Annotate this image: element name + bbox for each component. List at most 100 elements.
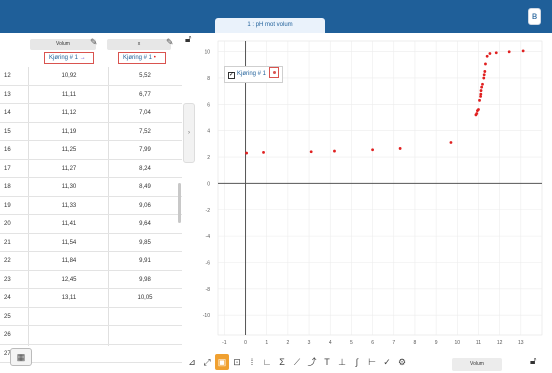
table-cell[interactable]: 7,04 — [110, 104, 180, 122]
annotation-icon[interactable]: ⁞ — [245, 354, 259, 370]
checkbox-icon[interactable]: ✓ — [228, 72, 235, 79]
zoom-icon[interactable]: ⊡ — [230, 354, 244, 370]
table-row[interactable]: 24 13,11 10,05 — [0, 289, 182, 308]
table-row[interactable]: 23 12,45 9,98 — [0, 271, 182, 289]
table-cell[interactable]: 13,11 — [28, 289, 110, 307]
column-header-volum[interactable]: Volum — [30, 39, 96, 50]
table-cell[interactable]: 8,24 — [110, 160, 180, 178]
table-row[interactable]: 15 11,19 7,52 — [0, 123, 182, 141]
bluetooth-button[interactable]: ʙ — [528, 8, 541, 25]
x-axis-select[interactable]: Volum — [452, 358, 502, 371]
table-body: 12 10,92 5,52 13 11,11 6,77 14 11,12 7,04 15 11,19… — [0, 67, 182, 363]
table-cell[interactable]: 11,41 — [28, 215, 110, 233]
table-view-button[interactable]: ▦ — [10, 348, 32, 366]
data-table: Volum ✎ Kjøring # 1 → x ✎ Kjøring # 1 • … — [0, 33, 198, 363]
table-cell[interactable]: 9,06 — [110, 197, 180, 215]
table-cell[interactable]: 7,52 — [110, 123, 180, 141]
table-cell[interactable]: 11,84 — [28, 252, 110, 270]
data-point — [479, 92, 483, 96]
table-row[interactable]: 14 11,12 7,04 — [0, 104, 182, 123]
check-icon[interactable]: ✓ — [380, 354, 394, 370]
data-point — [488, 52, 492, 55]
table-cell[interactable]: 9,98 — [110, 271, 180, 289]
row-number: 25 — [4, 313, 11, 320]
y-tick-label: -10 — [203, 313, 210, 319]
table-row[interactable]: 20 11,41 9,64 — [0, 215, 182, 234]
text-icon[interactable]: T — [320, 354, 334, 370]
table-cell[interactable]: 12,45 — [28, 271, 110, 289]
autoscale-icon[interactable]: ⤢ — [200, 354, 214, 370]
data-point — [494, 51, 498, 55]
table-cell[interactable]: 11,25 — [28, 141, 110, 159]
y-tick-label: -2 — [206, 208, 211, 214]
table-cell[interactable]: 11,33 — [28, 197, 110, 215]
y-tick-label: 2 — [207, 155, 210, 161]
table-cell[interactable]: 11,54 — [28, 234, 110, 252]
table-scrollbar[interactable] — [178, 183, 181, 223]
table-cell[interactable]: 7,99 — [110, 141, 180, 159]
table-cell[interactable]: 9,85 — [110, 234, 180, 252]
data-point — [398, 147, 402, 150]
edit-pencil-icon[interactable]: ✎ — [166, 37, 176, 49]
graph-type-icon[interactable]: ⊿ — [185, 354, 199, 370]
data-point — [482, 73, 486, 77]
table-cell[interactable]: 10,05 — [110, 289, 180, 307]
data-point — [507, 50, 511, 54]
select-region-icon[interactable]: ▣ — [215, 354, 229, 370]
table-row[interactable]: 26 — [0, 326, 182, 345]
y-tick-label: -8 — [206, 287, 211, 293]
table-row[interactable]: 22 11,84 9,91 — [0, 252, 182, 271]
statistics-icon[interactable]: ∟ — [260, 354, 274, 370]
slope-icon[interactable]: ⟋ — [290, 354, 304, 370]
table-row[interactable]: 16 11,25 7,99 — [0, 141, 182, 160]
x-tick-label: 11 — [476, 340, 481, 346]
table-cell[interactable]: 10,92 — [28, 67, 110, 85]
table-row[interactable]: 13 11,11 6,77 — [0, 86, 182, 104]
data-point — [309, 150, 313, 154]
table-cell[interactable]: 11,30 — [28, 178, 110, 196]
tab-graph[interactable]: 1 : pH mot volum — [215, 18, 325, 33]
table-row[interactable]: 17 11,27 8,24 — [0, 160, 182, 178]
lock-icon[interactable]: 🔓︎ — [530, 356, 536, 367]
table-cell[interactable]: 11,27 — [28, 160, 110, 178]
graph-legend[interactable]: ✓ Kjøring # 1 — [224, 66, 284, 83]
settings-icon[interactable]: ⚙ — [395, 354, 409, 370]
integral-icon[interactable]: ∫ — [350, 354, 364, 370]
grid-icon: ▦ — [16, 352, 26, 362]
prediction-icon[interactable]: ⊢ — [365, 354, 379, 370]
table-row[interactable]: 18 11,30 8,49 — [0, 178, 182, 197]
run-label-text: Kjøring # 1 — [123, 55, 153, 61]
table-cell[interactable]: 11,11 — [28, 86, 110, 104]
table-cell[interactable]: 11,19 — [28, 123, 110, 141]
table-row[interactable]: 12 10,92 5,52 — [0, 67, 182, 86]
y-tick-label: 10 — [204, 50, 210, 56]
lock-icon[interactable]: 🔓︎ — [185, 34, 191, 45]
sum-icon[interactable]: Σ — [275, 354, 289, 370]
data-point — [482, 76, 486, 80]
row-number: 13 — [4, 91, 11, 98]
panel-collapse-handle[interactable]: › — [183, 103, 195, 163]
data-point — [481, 82, 484, 86]
run-label-text: Kjøring # 1 — [49, 55, 79, 61]
tangent-icon[interactable]: ⊥ — [335, 354, 349, 370]
column-header-x[interactable]: x — [107, 39, 171, 50]
table-row[interactable]: 25 — [0, 308, 182, 326]
data-point — [479, 89, 483, 92]
table-cell[interactable]: 11,12 — [28, 104, 110, 122]
x-tick-label: 8 — [414, 340, 417, 346]
table-cell[interactable]: 9,64 — [110, 215, 180, 233]
table-cell[interactable]: 8,49 — [110, 178, 180, 196]
curve-fit-icon[interactable]: ⤴ — [305, 354, 319, 370]
x-tick-label: 3 — [308, 340, 311, 346]
table-cell[interactable]: 5,52 — [110, 67, 180, 85]
x-tick-label: -1 — [222, 340, 227, 346]
x-tick-label: 13 — [518, 340, 524, 346]
table-row[interactable]: 21 11,54 9,85 — [0, 234, 182, 252]
table-cell[interactable]: 6,77 — [110, 86, 180, 104]
edit-pencil-icon[interactable]: ✎ — [90, 37, 100, 49]
table-row[interactable]: 19 11,33 9,06 — [0, 197, 182, 215]
y-tick-label: 8 — [207, 76, 210, 82]
x-tick-label: 4 — [329, 340, 332, 346]
data-point — [245, 151, 248, 155]
table-cell[interactable]: 9,91 — [110, 252, 180, 270]
